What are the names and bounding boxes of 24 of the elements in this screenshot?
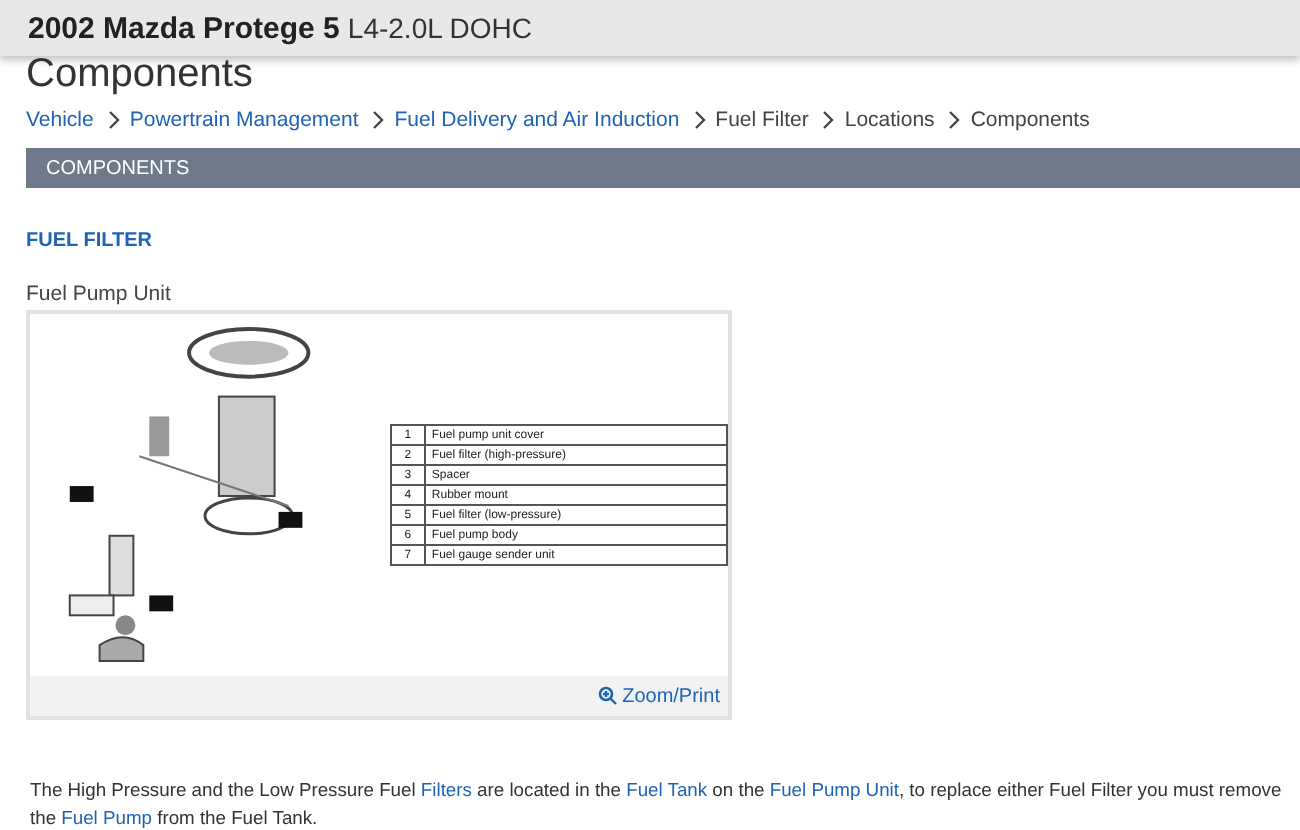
breadcrumb-link[interactable]: Fuel Delivery and Air Induction	[394, 108, 680, 132]
zoom-icon	[598, 686, 619, 706]
text-link[interactable]: Fuel Pump Unit	[769, 778, 899, 800]
breadcrumb-link[interactable]: Powertrain Management	[129, 108, 359, 132]
text-link[interactable]: Fuel Pump	[61, 806, 152, 828]
vehicle-title: 2002 Mazda Protege 5	[28, 11, 340, 45]
breadcrumb-item: Components	[970, 108, 1090, 132]
breadcrumb-link[interactable]: Vehicle	[26, 108, 94, 132]
section-title: COMPONENTS	[46, 157, 190, 179]
text-link[interactable]: Filters	[420, 778, 472, 800]
description-paragraph: The High Pressure and the Low Pressure Fuel Filters are located in the Fuel Tank on the Fuel Pump Unit, to replace either Fuel Filter you must remove the Fuel Pump from the Fuel Tank.	[30, 776, 1284, 830]
chevron-icon	[820, 110, 839, 130]
chevron-icon	[105, 110, 124, 130]
text-link[interactable]: Fuel Tank	[626, 778, 708, 800]
chevron-icon	[370, 110, 389, 130]
figure-caption: Fuel Pump Unit	[26, 282, 173, 306]
chevron-icon	[946, 110, 965, 130]
zoom-print-link[interactable]: Zoom/Print	[598, 685, 720, 707]
breadcrumb-item: Fuel Filter	[715, 108, 809, 132]
subheading: FUEL FILTER	[26, 230, 154, 252]
engine-label: L4-2.0L DOHC	[347, 12, 532, 44]
breadcrumb-item: Locations	[844, 108, 935, 132]
chevron-icon	[691, 110, 710, 130]
page-title: Components	[26, 52, 255, 96]
